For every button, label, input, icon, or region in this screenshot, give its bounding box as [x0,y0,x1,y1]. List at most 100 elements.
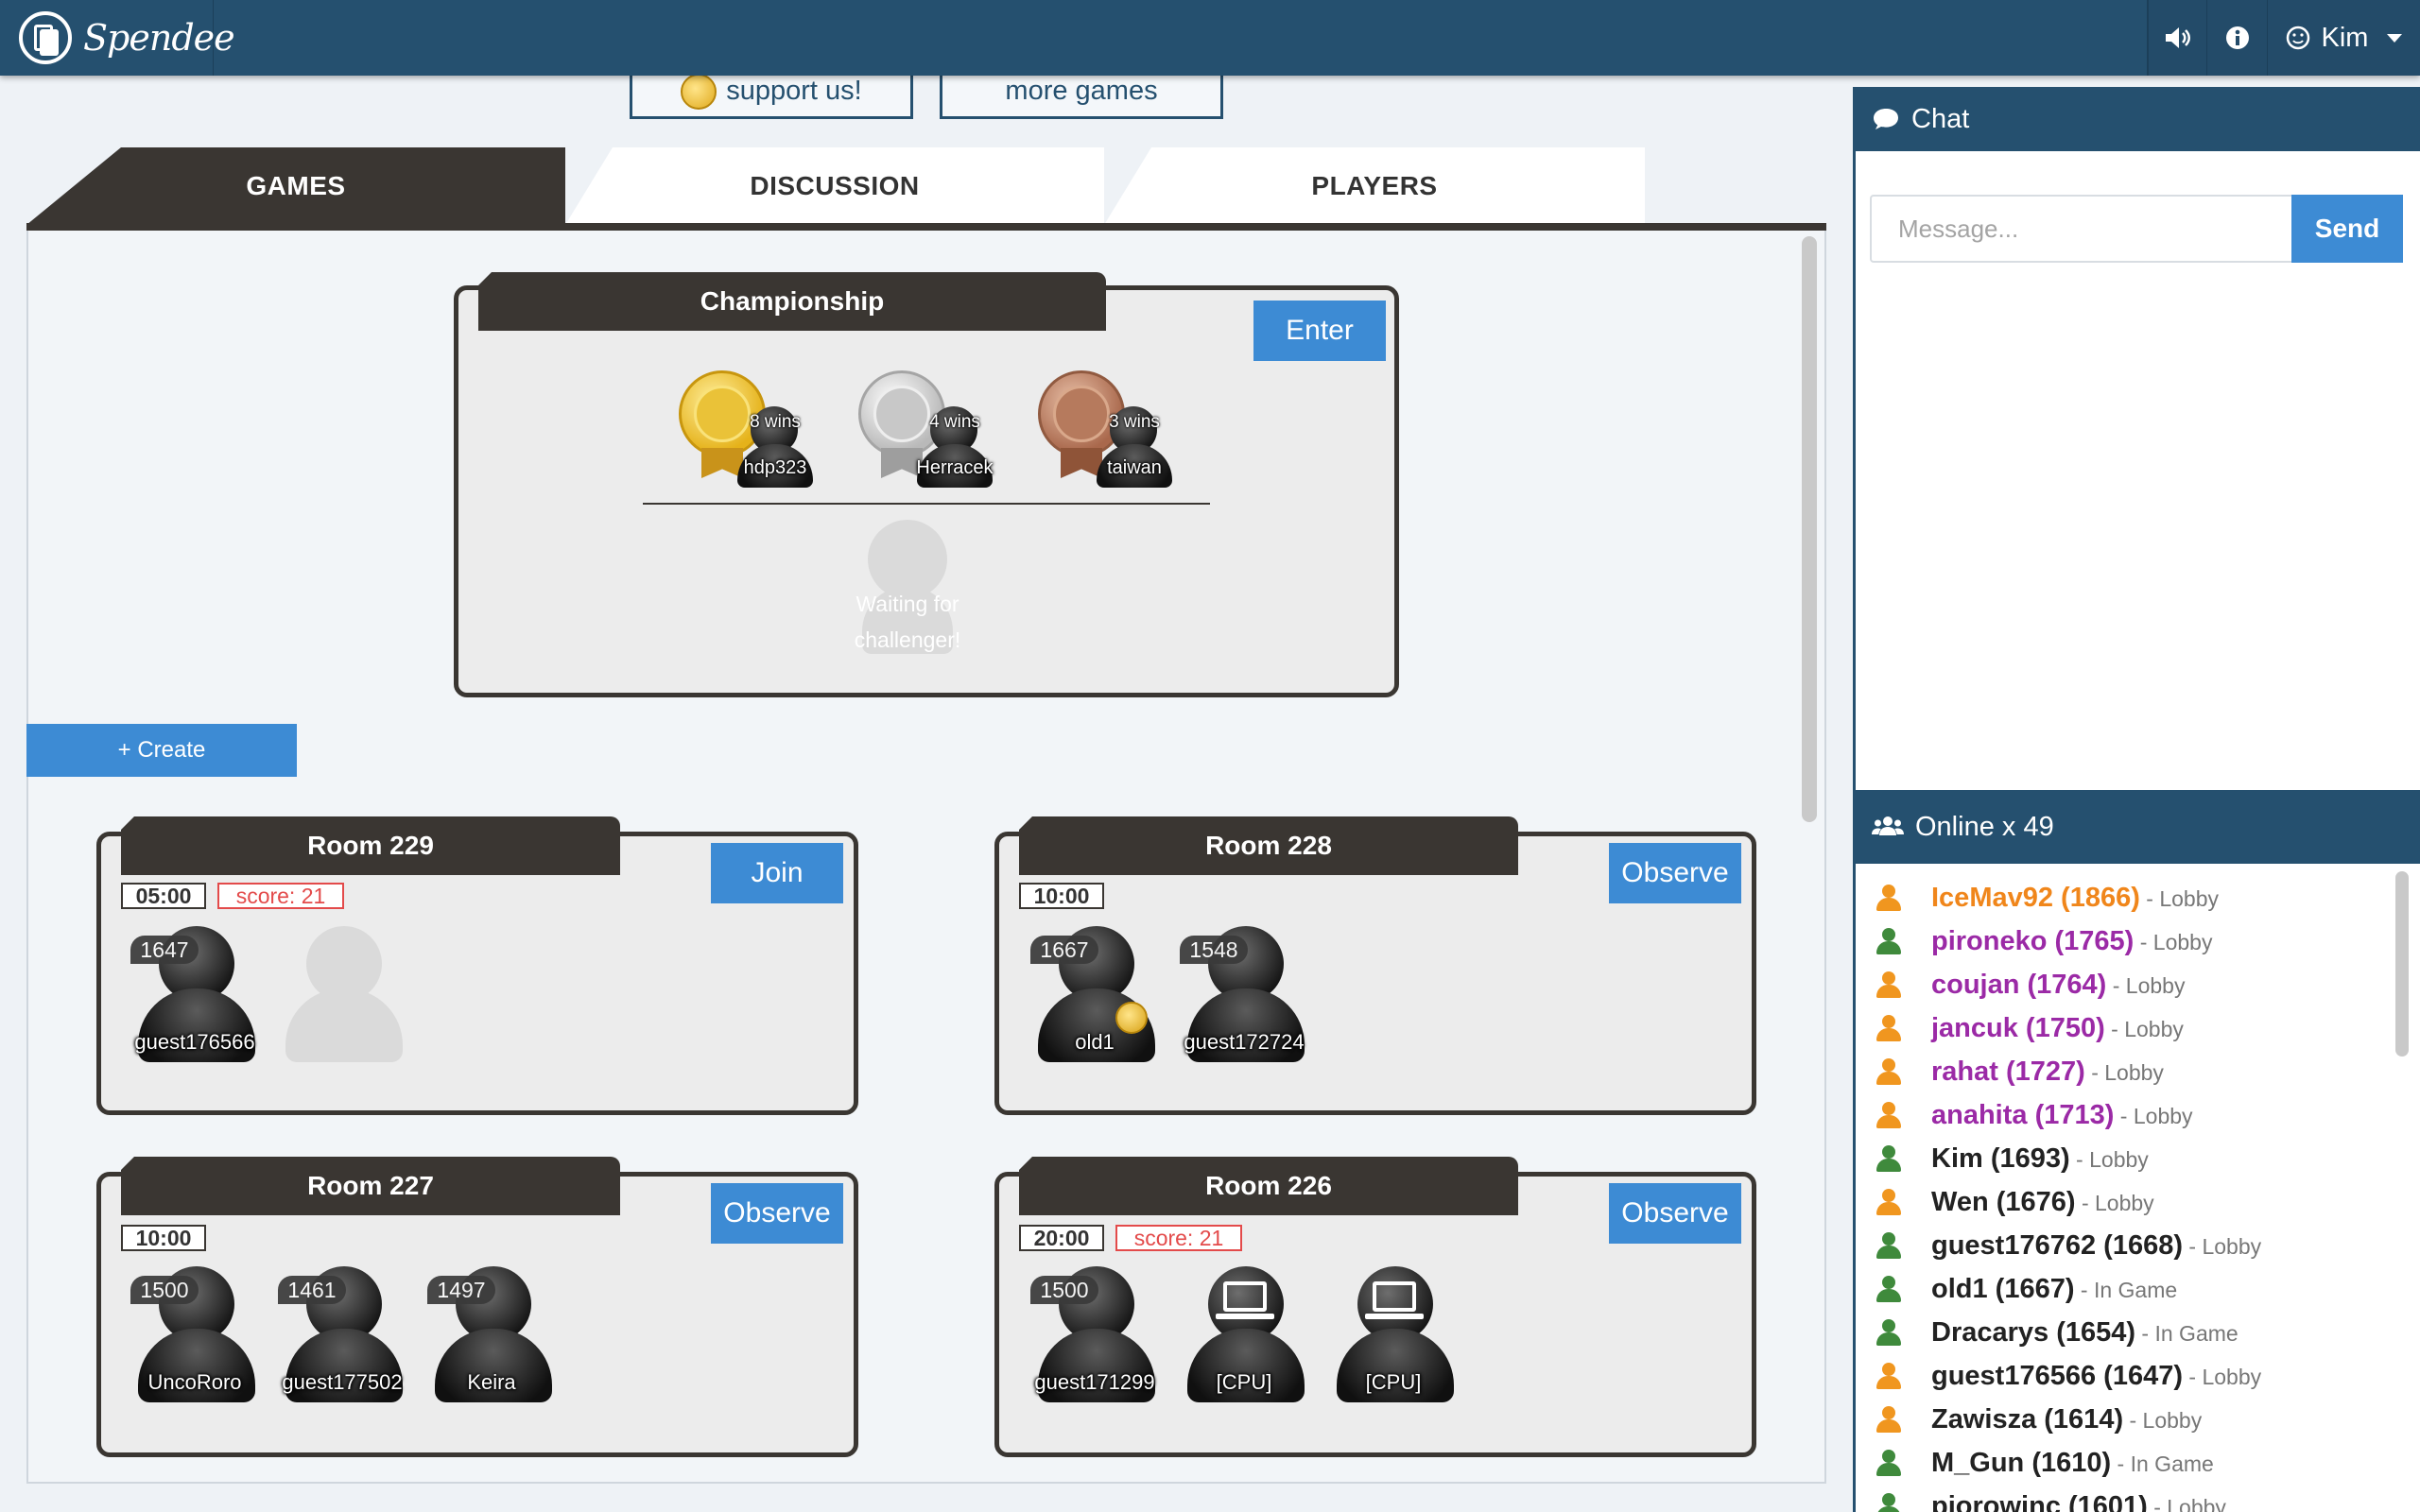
room-score: score: 21 [1115,1225,1242,1251]
sound-button[interactable] [2148,0,2206,76]
waiting-text: Waiting for challenger! [854,592,961,652]
online-user-status: - Lobby [2075,1191,2154,1215]
join-button[interactable]: Join [711,843,843,903]
online-user-name-text: guest176762 (1668) [1931,1230,2183,1261]
more-games-label: more games [1005,76,1158,106]
user-icon [1875,1058,1903,1087]
enter-button[interactable]: Enter [1253,301,1386,361]
player-avatar[interactable]: 1647 guest176566 [129,926,255,1062]
online-user-status: - In Game [2111,1452,2214,1476]
player-name: [CPU] [1365,1370,1422,1394]
online-user-row[interactable]: rahat (1727) - Lobby [1856,1051,2385,1094]
player-avatar[interactable]: 1461 guest177502 [276,1266,403,1402]
online-user-name: Dracarys (1654) - In Game [1931,1317,2238,1349]
user-icon [1875,1450,1903,1478]
empty-seat[interactable] [276,926,403,1062]
online-user-name-text: Zawisza (1614) [1931,1404,2124,1435]
games-scrollbar[interactable] [1802,236,1817,822]
online-user-status: - Lobby [2104,1017,2184,1041]
online-user-row[interactable]: jancuk (1750) - Lobby [1856,1007,2385,1051]
player-avatar[interactable]: 1667 old1 [1028,926,1155,1062]
medalist-gold[interactable]: 8 wins hdp323 [679,370,830,493]
observe-button[interactable]: Observe [1609,843,1741,903]
player-avatar[interactable]: 1500 guest171299 [1028,1266,1155,1402]
online-list: IceMav92 (1866) - Lobby pironeko (1765) -… [1853,864,2420,1512]
online-user-row[interactable]: anahita (1713) - Lobby [1856,1094,2385,1138]
player-name: guest176566 [134,1030,255,1054]
online-user-row[interactable]: coujan (1764) - Lobby [1856,964,2385,1007]
app-name: Spendee [83,17,235,59]
tab-games-label: GAMES [246,171,346,200]
online-user-row[interactable]: pironeko (1765) - Lobby [1856,920,2385,964]
online-user-name: guest176566 (1647) - Lobby [1931,1361,2261,1392]
user-icon [1875,1232,1903,1261]
player-rating: 1647 [130,936,199,964]
coin-icon [681,73,717,110]
observe-button[interactable]: Observe [1609,1183,1741,1244]
medalist-silver[interactable]: 4 wins Herracek [858,370,1010,493]
player-rating: 1497 [427,1276,495,1304]
challenger-slot[interactable]: Waiting for challenger! [849,520,972,654]
online-user-name-text: pironeko (1765) [1931,926,2135,956]
player-rating: 1461 [278,1276,346,1304]
cpu-avatar[interactable]: [CPU] [1327,1266,1454,1402]
online-user-status: - Lobby [2147,1495,2226,1512]
online-user-row[interactable]: guest176762 (1668) - Lobby [1856,1225,2385,1268]
room-timer: 10:00 [1019,883,1104,909]
player-name: UncoRoro [147,1370,242,1394]
player-avatar[interactable]: 1500 UncoRoro [129,1266,255,1402]
online-user-row[interactable]: M_Gun (1610) - In Game [1856,1442,2385,1486]
speaker-icon [2165,27,2190,48]
player-name: Keira [467,1370,516,1394]
online-user-row[interactable]: old1 (1667) - In Game [1856,1268,2385,1312]
cpu-avatar[interactable]: [CPU] [1178,1266,1305,1402]
online-user-row[interactable]: guest176566 (1647) - Lobby [1856,1355,2385,1399]
online-user-name-text: Kim (1693) [1931,1143,2070,1174]
tab-players-label: PLAYERS [1311,171,1438,200]
online-user-row[interactable]: IceMav92 (1866) - Lobby [1856,877,2385,920]
tab-players[interactable]: PLAYERS [1104,147,1645,225]
online-scrollbar[interactable] [2395,871,2409,1057]
online-user-name: Zawisza (1614) - Lobby [1931,1404,2202,1435]
room-timer: 05:00 [121,883,206,909]
tab-discussion-label: DISCUSSION [750,171,920,200]
online-user-row[interactable]: Wen (1676) - Lobby [1856,1181,2385,1225]
online-user-status: - Lobby [2183,1365,2262,1389]
info-button[interactable] [2206,0,2267,76]
user-menu[interactable]: Kim [2267,0,2420,76]
room-timer: 20:00 [1019,1225,1104,1251]
room-title: Room 227 [121,1157,620,1215]
player-name: [CPU] [1216,1370,1272,1394]
medalist-wins: 3 wins [1109,412,1160,432]
laptop-icon [1373,1281,1416,1312]
online-user-name: anahita (1713) - Lobby [1931,1100,2193,1131]
online-user-status: - Lobby [2134,930,2213,954]
medalist-name: hdp323 [743,457,807,478]
logo[interactable]: Spendee [0,0,235,76]
chat-header: Chat [1853,87,2420,151]
tab-games[interactable]: GAMES [26,147,565,225]
laptop-icon [1223,1281,1267,1312]
room-title: Room 229 [121,816,620,875]
message-input[interactable] [1870,195,2293,263]
online-user-name: Kim (1693) - Lobby [1931,1143,2149,1175]
online-user-row[interactable]: piorowinc (1601) - Lobby [1856,1486,2385,1512]
online-header: Online x 49 [1853,790,2420,864]
create-room-button[interactable]: + Create [26,724,297,777]
online-user-row[interactable]: Kim (1693) - Lobby [1856,1138,2385,1181]
room-title: Room 228 [1019,816,1518,875]
online-user-row[interactable]: Dracarys (1654) - In Game [1856,1312,2385,1355]
online-user-row[interactable]: Zawisza (1614) - Lobby [1856,1399,2385,1442]
send-button[interactable]: Send [2291,195,2403,263]
online-user-name-text: coujan (1764) [1931,970,2107,1000]
online-user-name: Wen (1676) - Lobby [1931,1187,2154,1218]
tab-discussion[interactable]: DISCUSSION [565,147,1104,225]
player-avatar[interactable]: 1497 Keira [425,1266,552,1402]
smile-icon [2286,26,2309,50]
observe-button[interactable]: Observe [711,1183,843,1244]
chevron-down-icon [2387,33,2403,43]
player-avatar[interactable]: 1548 guest172724 [1178,926,1305,1062]
player-rating: 1548 [1180,936,1248,964]
user-icon [1875,885,1903,913]
medalist-bronze[interactable]: 3 wins taiwan [1038,370,1189,493]
